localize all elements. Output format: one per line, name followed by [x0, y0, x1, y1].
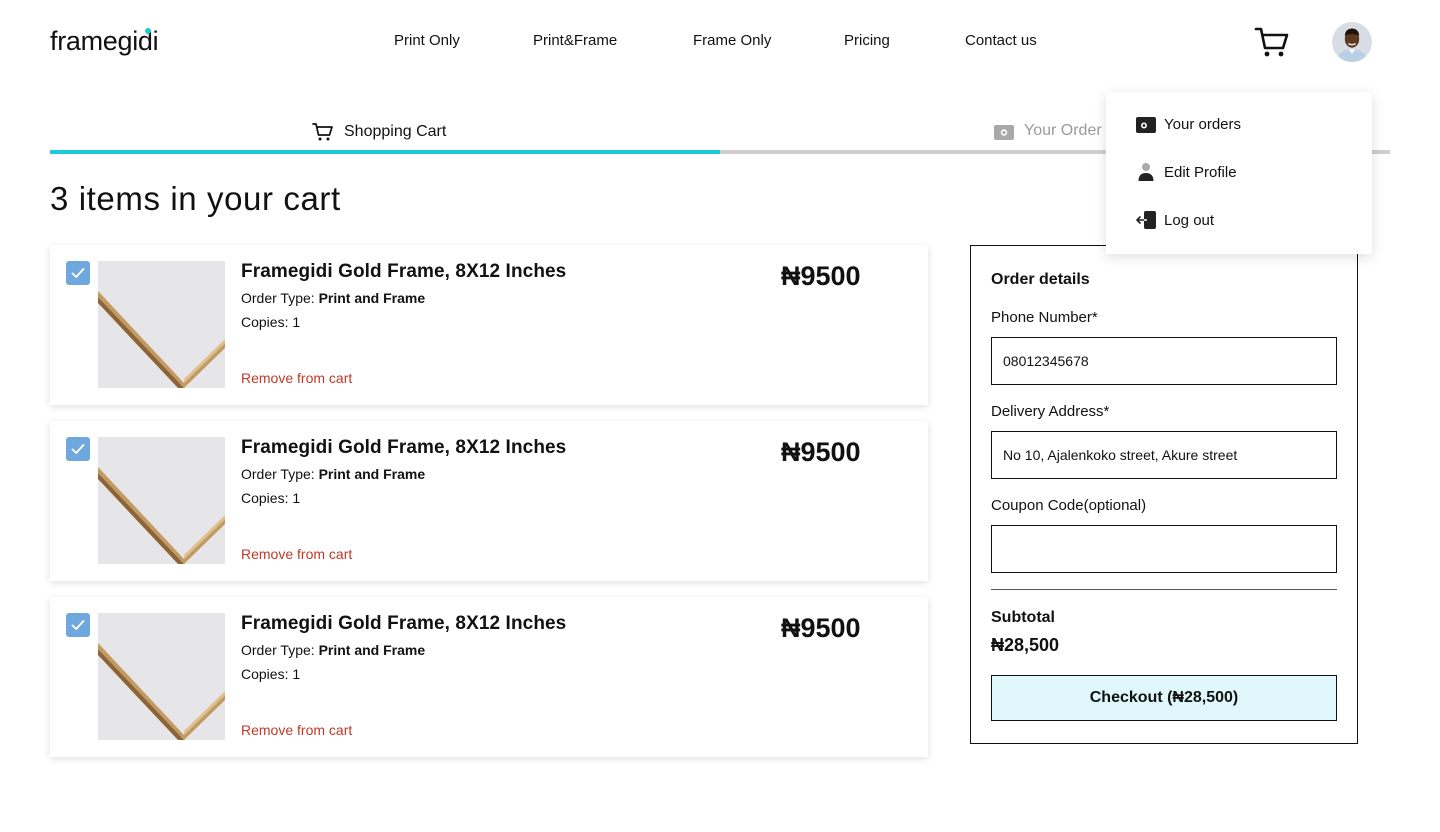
delivery-address-input[interactable]: [991, 431, 1337, 479]
item-copies: Copies: 1: [241, 666, 301, 682]
user-menu-dropdown: Your orders Edit Profile Log out: [1106, 92, 1372, 254]
order-type-value: Print and Frame: [318, 466, 426, 482]
product-thumbnail: [98, 613, 225, 740]
coupon-code-input[interactable]: [991, 525, 1337, 573]
step-your-order[interactable]: Your Order: [994, 122, 1102, 140]
nav-print-only[interactable]: Print Only: [394, 32, 460, 49]
nav-contact-us[interactable]: Contact us: [965, 32, 1037, 49]
remove-from-cart-link[interactable]: Remove from cart: [241, 546, 352, 562]
nav-print-and-frame[interactable]: Print&Frame: [533, 32, 617, 49]
avatar-image: [1332, 22, 1372, 62]
remove-from-cart-link[interactable]: Remove from cart: [241, 370, 352, 386]
divider: [991, 589, 1337, 590]
order-type-value: Print and Frame: [318, 642, 426, 658]
item-price: ₦9500: [781, 613, 861, 643]
item-copies: Copies: 1: [241, 490, 301, 506]
checkmark-icon: [71, 444, 85, 454]
item-price: ₦9500: [781, 437, 861, 467]
menu-item-label: Your orders: [1164, 115, 1241, 133]
step-label: Shopping Cart: [344, 123, 447, 140]
coupon-label: Coupon Code(optional): [991, 497, 1147, 514]
user-avatar[interactable]: [1332, 22, 1372, 62]
product-thumbnail: [98, 437, 225, 564]
menu-item-edit-profile[interactable]: Edit Profile: [1136, 162, 1237, 182]
nav-frame-only[interactable]: Frame Only: [693, 32, 771, 49]
menu-item-your-orders[interactable]: Your orders: [1136, 114, 1241, 134]
order-type-label: Order Type:: [241, 642, 315, 658]
item-name: Framegidi Gold Frame, 8X12 Inches: [241, 437, 567, 458]
item-select-checkbox[interactable]: [66, 437, 90, 461]
menu-item-label: Log out: [1164, 211, 1215, 229]
item-order-type: Order Type: Print and Frame: [241, 466, 425, 482]
step-label: Your Order: [1024, 122, 1102, 139]
cart-title: 3 items in your cart: [50, 180, 341, 217]
item-copies: Copies: 1: [241, 314, 301, 330]
item-select-checkbox[interactable]: [66, 261, 90, 285]
checkmark-icon: [71, 620, 85, 630]
order-details-title: Order details: [991, 271, 1090, 288]
subtotal-label: Subtotal: [991, 609, 1055, 626]
checkmark-icon: [71, 268, 85, 278]
checkout-button[interactable]: Checkout (₦28,500): [991, 675, 1337, 721]
brand-logo[interactable]: framegidi: [50, 26, 159, 57]
product-thumbnail: [98, 261, 225, 388]
cart-item: Framegidi Gold Frame, 8X12 Inches Order …: [50, 245, 928, 405]
cart-icon: [312, 123, 333, 141]
item-order-type: Order Type: Print and Frame: [241, 290, 425, 306]
cart-item: Framegidi Gold Frame, 8X12 Inches Order …: [50, 421, 928, 581]
cart-item: Framegidi Gold Frame, 8X12 Inches Order …: [50, 597, 928, 757]
address-label: Delivery Address*: [991, 403, 1110, 420]
remove-from-cart-link[interactable]: Remove from cart: [241, 722, 352, 738]
wallet-icon: [994, 124, 1014, 140]
item-select-checkbox[interactable]: [66, 613, 90, 637]
steps-progress-fill: [50, 150, 720, 154]
header-cart-button[interactable]: [1254, 26, 1290, 58]
logout-icon: [1136, 210, 1156, 230]
order-type-label: Order Type:: [241, 290, 315, 306]
cart-icon: [1254, 27, 1289, 57]
order-type-label: Order Type:: [241, 466, 315, 482]
nav-pricing[interactable]: Pricing: [844, 32, 890, 49]
item-order-type: Order Type: Print and Frame: [241, 642, 425, 658]
item-name: Framegidi Gold Frame, 8X12 Inches: [241, 261, 567, 282]
logo-accent-dot: [145, 28, 151, 34]
step-shopping-cart[interactable]: Shopping Cart: [312, 122, 446, 142]
phone-number-input[interactable]: [991, 337, 1337, 385]
order-details-panel: Order details Phone Number* Delivery Add…: [970, 245, 1358, 744]
user-icon: [1136, 162, 1156, 182]
item-name: Framegidi Gold Frame, 8X12 Inches: [241, 613, 567, 634]
order-type-value: Print and Frame: [318, 290, 426, 306]
menu-item-label: Edit Profile: [1164, 163, 1237, 181]
item-price: ₦9500: [781, 261, 861, 291]
wallet-icon: [1136, 114, 1156, 134]
subtotal-value: ₦28,500: [991, 635, 1060, 655]
logo-text: framegidi: [50, 26, 159, 56]
phone-label: Phone Number*: [991, 309, 1098, 326]
menu-item-log-out[interactable]: Log out: [1136, 210, 1214, 230]
